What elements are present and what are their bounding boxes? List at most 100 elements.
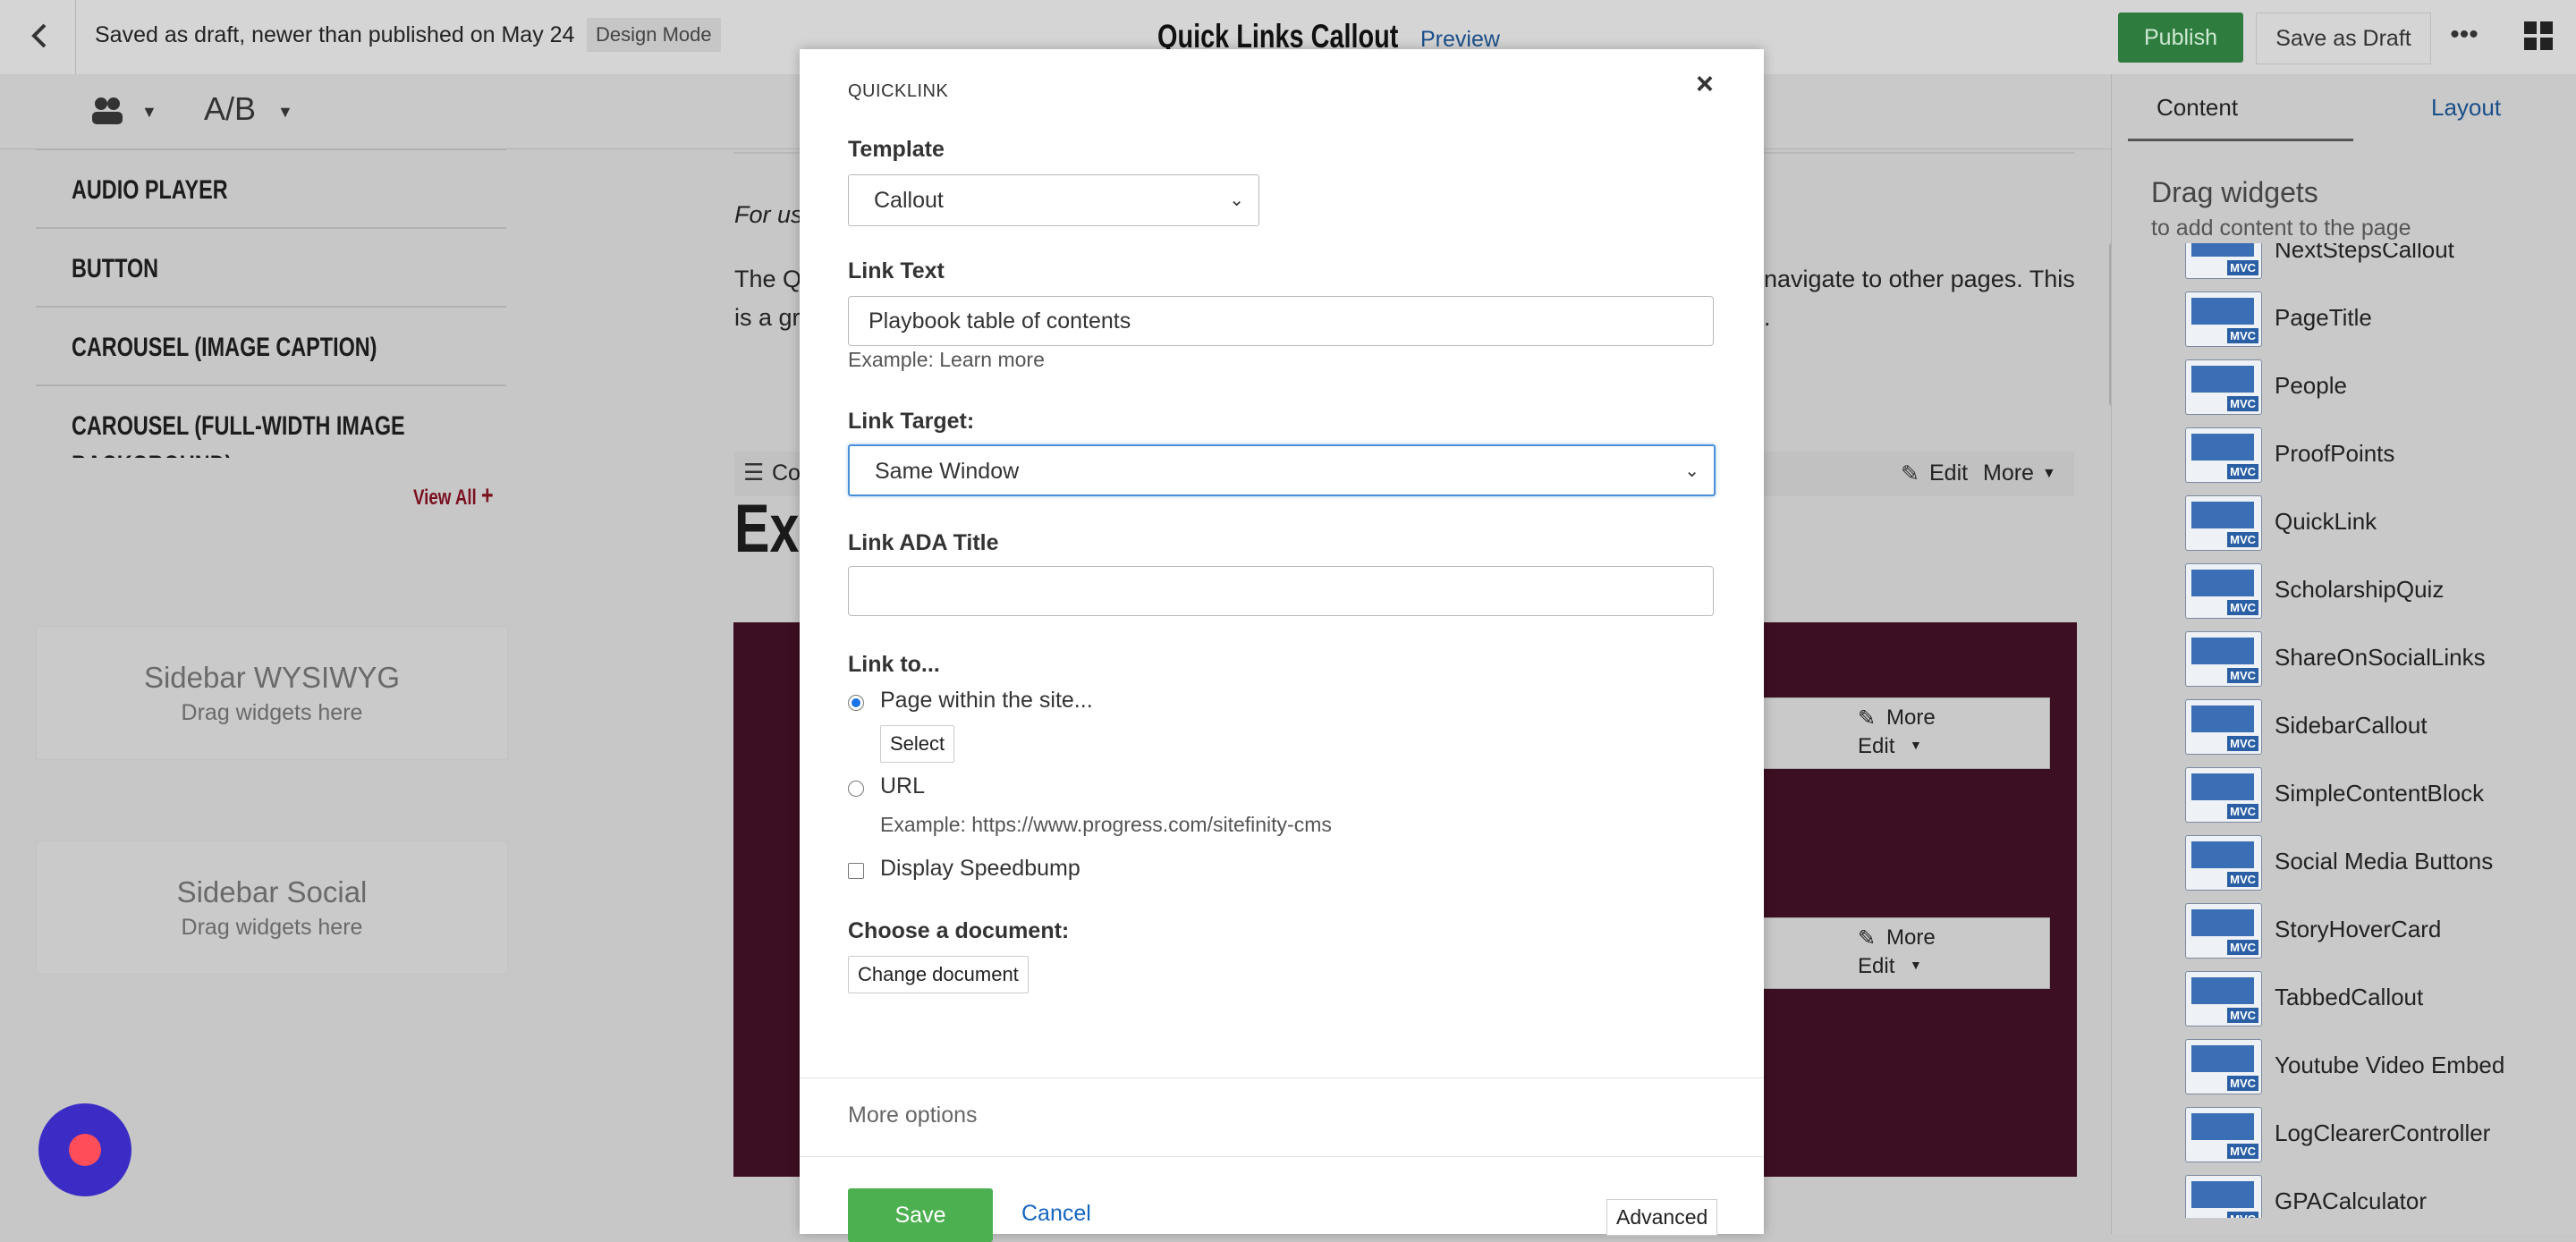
widget-item[interactable]: MVC StoryHoverCard xyxy=(2185,898,2558,966)
more-options-toggle[interactable]: More options xyxy=(848,1103,978,1128)
sidebar-item-audio-player[interactable]: AUDIO PLAYER xyxy=(36,148,506,227)
pencil-icon[interactable]: ✎ xyxy=(1858,925,1876,951)
record-button[interactable] xyxy=(38,1103,131,1196)
grid-icon[interactable] xyxy=(2522,20,2555,52)
widget-label: StoryHoverCard xyxy=(2275,916,2442,942)
hamburger-icon[interactable]: ☰ xyxy=(743,459,764,486)
drop-zone-sidebar-wysiwyg[interactable]: Sidebar WYSIWYG Drag widgets here xyxy=(36,626,508,760)
mvc-widget-icon: MVC xyxy=(2185,495,2262,551)
speedbump-checkbox[interactable] xyxy=(848,863,864,879)
sidebar-item-carousel-fullwidth[interactable]: CAROUSEL (FULL-WIDTH IMAGE BACKGROUND) xyxy=(36,384,506,458)
mvc-widget-icon: MVC xyxy=(2185,1175,2262,1218)
widget-item[interactable]: MVC SimpleContentBlock xyxy=(2185,762,2558,830)
link-text-label: Link Text xyxy=(848,258,945,283)
widget-item[interactable]: MVC ShareOnSocialLinks xyxy=(2185,626,2558,694)
publish-button[interactable]: Publish xyxy=(2118,13,2243,63)
inner-more-link[interactable]: More xyxy=(1886,705,1936,731)
widget-label: Youtube Video Embed xyxy=(2275,1052,2505,1078)
advanced-button[interactable]: Advanced xyxy=(1606,1199,1718,1236)
mvc-widget-icon: MVC xyxy=(2185,835,2262,891)
chevron-down-icon[interactable]: ▼ xyxy=(277,103,293,122)
pencil-icon[interactable]: ✎ xyxy=(1901,460,1919,487)
link-target-select[interactable]: Same Window ⌄ xyxy=(848,444,1716,496)
sidebar-item-label: BUTTON xyxy=(72,254,159,283)
save-as-draft-button[interactable]: Save as Draft xyxy=(2256,13,2431,64)
more-actions-button[interactable]: ••• xyxy=(2442,13,2487,63)
inner-more-link[interactable]: More xyxy=(1886,925,1936,951)
widget-label: QuickLink xyxy=(2275,508,2377,535)
inner-edit-link[interactable]: Edit xyxy=(1858,734,1894,759)
widget-label: Social Media Buttons xyxy=(2275,848,2494,874)
widget-item[interactable]: MVC GPACalculator xyxy=(2185,1170,2558,1218)
widget-item[interactable]: MVC LogClearerController xyxy=(2185,1102,2558,1170)
zone-hint: Drag widgets here xyxy=(181,700,363,725)
widget-item[interactable]: MVC TabbedCallout xyxy=(2185,966,2558,1034)
widget-label: TabbedCallout xyxy=(2275,984,2424,1010)
inner-edit-link[interactable]: Edit xyxy=(1858,954,1894,979)
sidebar-item-label-cont: BACKGROUND) xyxy=(72,451,232,458)
mvc-widget-icon: MVC xyxy=(2185,903,2262,959)
widget-label: ShareOnSocialLinks xyxy=(2275,644,2486,671)
mvc-widget-icon: MVC xyxy=(2185,243,2262,279)
widget-item[interactable]: MVC Social Media Buttons xyxy=(2185,830,2558,898)
caret-down-icon[interactable]: ▼ xyxy=(1910,958,1922,972)
save-button-label: Save xyxy=(894,1203,946,1228)
speedbump-label: Display Speedbump xyxy=(880,856,1080,881)
widget-label: PageTitle xyxy=(2275,304,2372,331)
template-label: Template xyxy=(848,137,945,162)
radio-page-label: Page within the site... xyxy=(880,688,1093,713)
widget-item[interactable]: MVC People xyxy=(2185,354,2558,422)
caret-down-icon[interactable]: ▼ xyxy=(1910,738,1922,752)
chevron-down-icon: ⌄ xyxy=(1684,461,1699,481)
widget-label: SimpleContentBlock xyxy=(2275,780,2485,807)
close-icon[interactable]: × xyxy=(1696,67,1714,102)
paragraph-fragment: is a gr xyxy=(734,304,801,331)
paragraph-fragment: The Q xyxy=(734,266,802,292)
sidebar-item-button[interactable]: BUTTON xyxy=(36,227,506,306)
widget-item[interactable]: MVC SidebarCallout xyxy=(2185,694,2558,762)
save-button[interactable]: Save xyxy=(848,1188,993,1242)
widget-item[interactable]: MVC PageTitle xyxy=(2185,286,2558,354)
view-all-link[interactable]: View All + xyxy=(413,481,494,511)
widget-item[interactable]: MVC Youtube Video Embed xyxy=(2185,1034,2558,1102)
widget-item[interactable]: MVC ProofPoints xyxy=(2185,422,2558,490)
select-page-button[interactable]: Select xyxy=(880,725,955,763)
save-as-draft-label: Save as Draft xyxy=(2275,26,2411,51)
change-document-button[interactable]: Change document xyxy=(848,956,1029,993)
panel-subheading: to add content to the page xyxy=(2151,215,2411,241)
plus-icon: + xyxy=(480,481,494,511)
mvc-widget-icon: MVC xyxy=(2185,631,2262,687)
widget-name-fragment: Co xyxy=(772,460,801,486)
sidebar-item-label: AUDIO PLAYER xyxy=(72,175,228,205)
widget-item[interactable]: MVC QuickLink xyxy=(2185,490,2558,558)
sidebar-item-carousel-caption[interactable]: CAROUSEL (IMAGE CAPTION) xyxy=(36,306,506,384)
ab-test-label[interactable]: A/B xyxy=(204,90,256,128)
widget-label: GPACalculator xyxy=(2275,1187,2428,1214)
widget-more-link[interactable]: More xyxy=(1983,460,2034,486)
chevron-down-icon[interactable]: ▼ xyxy=(141,103,157,122)
caret-down-icon[interactable]: ▼ xyxy=(2042,466,2056,482)
link-target-value: Same Window xyxy=(875,459,1020,484)
widget-item[interactable]: MVC NextStepsCallout xyxy=(2185,243,2558,286)
panel-heading: Drag widgets xyxy=(2151,176,2318,208)
drop-zone-sidebar-social[interactable]: Sidebar Social Drag widgets here xyxy=(36,841,508,975)
cancel-link[interactable]: Cancel xyxy=(1021,1201,1091,1227)
widget-item[interactable]: MVC ScholarshipQuiz xyxy=(2185,558,2558,626)
back-arrow-icon[interactable] xyxy=(27,18,54,54)
intro-italic-text: For us xyxy=(734,201,803,228)
template-select[interactable]: Callout ⌄ xyxy=(848,174,1259,226)
widget-label: NextStepsCallout xyxy=(2275,243,2454,263)
ada-title-input[interactable] xyxy=(848,566,1714,616)
radio-page-within-site[interactable] xyxy=(848,695,864,711)
paragraph-fragment: navigate to other pages. This xyxy=(1764,266,2075,292)
pencil-icon[interactable]: ✎ xyxy=(1858,705,1876,731)
link-text-input[interactable]: Playbook table of contents xyxy=(848,296,1714,346)
ellipsis-icon: ••• xyxy=(2450,20,2479,49)
widget-list: MVC NextStepsCallout MVC PageTitle MVC Peop… xyxy=(2147,243,2558,1218)
widget-edit-link[interactable]: Edit xyxy=(1929,460,1968,486)
radio-url[interactable] xyxy=(848,781,864,797)
personas-icon[interactable] xyxy=(89,96,125,131)
dialog-divider xyxy=(800,1156,1764,1157)
tab-layout[interactable]: Layout xyxy=(2431,94,2501,122)
tab-content[interactable]: Content xyxy=(2157,94,2238,122)
